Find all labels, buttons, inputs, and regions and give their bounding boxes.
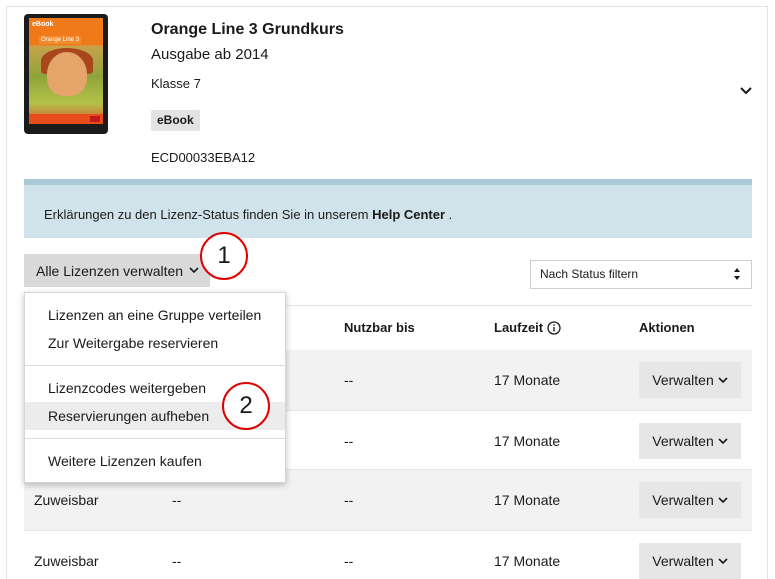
product-code: ECD00033EBA12 [151, 150, 256, 165]
chevron-down-icon [718, 496, 728, 503]
table-row: Zuweisbar -- -- 17 Monate Verwalten [24, 530, 752, 579]
menu-item-reserve-for-transfer[interactable]: Zur Weitergabe reservieren [25, 329, 285, 357]
menu-divider [25, 365, 285, 366]
row-col2: -- [172, 492, 182, 508]
row-laufzeit: 17 Monate [494, 372, 561, 388]
verwalten-button[interactable]: Verwalten [639, 362, 741, 398]
row-col2: -- [172, 553, 182, 569]
info-circle-icon[interactable] [547, 320, 561, 335]
header-nutzbar-bis: Nutzbar bis [344, 320, 415, 335]
row-nutzbar: -- [344, 492, 354, 508]
row-laufzeit: 17 Monate [494, 553, 561, 569]
product-cover-image: eBook Orange Line 3 [24, 14, 108, 134]
status-filter-value: Nach Status filtern [540, 267, 639, 281]
cover-tag: eBook [32, 21, 54, 28]
status-filter-select[interactable]: Nach Status filtern [530, 260, 752, 289]
product-title: Orange Line 3 Grundkurs [151, 21, 344, 38]
step-marker-2: 2 [222, 382, 270, 430]
cover-title: Orange Line 3 [39, 36, 82, 44]
info-banner: Erklärungen zu den Lizenz-Status finden … [24, 179, 752, 238]
verwalten-button[interactable]: Verwalten [639, 543, 741, 579]
manage-all-licenses-button[interactable]: Alle Lizenzen verwalten [24, 254, 210, 287]
ebook-badge: eBook [151, 110, 200, 131]
menu-item-buy-more-licenses[interactable]: Weitere Lizenzen kaufen [25, 447, 285, 475]
chevron-down-icon [189, 267, 199, 274]
row-laufzeit: 17 Monate [494, 433, 561, 449]
row-status: Zuweisbar [34, 553, 99, 569]
row-nutzbar: -- [344, 433, 354, 449]
manage-all-licenses-label: Alle Lizenzen verwalten [36, 262, 184, 279]
info-banner-text: Erklärungen zu den Lizenz-Status finden … [44, 207, 453, 222]
chevron-down-icon [718, 557, 728, 564]
row-nutzbar: -- [344, 372, 354, 388]
help-center-link[interactable]: Help Center [372, 207, 445, 222]
sort-arrows-icon [734, 268, 740, 280]
menu-divider [25, 438, 285, 439]
row-nutzbar: -- [344, 553, 354, 569]
row-status: Zuweisbar [34, 492, 99, 508]
product-edition: Ausgabe ab 2014 [151, 46, 269, 63]
verwalten-button[interactable]: Verwalten [639, 423, 741, 459]
menu-item-distribute-to-group[interactable]: Lizenzen an eine Gruppe verteilen [25, 301, 285, 329]
header-laufzeit: Laufzeit [494, 320, 561, 335]
chevron-down-icon [718, 437, 728, 444]
chevron-down-icon[interactable] [739, 86, 753, 96]
verwalten-button[interactable]: Verwalten [639, 482, 741, 518]
step-marker-1: 1 [200, 232, 248, 280]
product-class: Klasse 7 [151, 76, 201, 91]
header-aktionen: Aktionen [639, 320, 695, 335]
row-laufzeit: 17 Monate [494, 492, 561, 508]
chevron-down-icon [718, 376, 728, 383]
